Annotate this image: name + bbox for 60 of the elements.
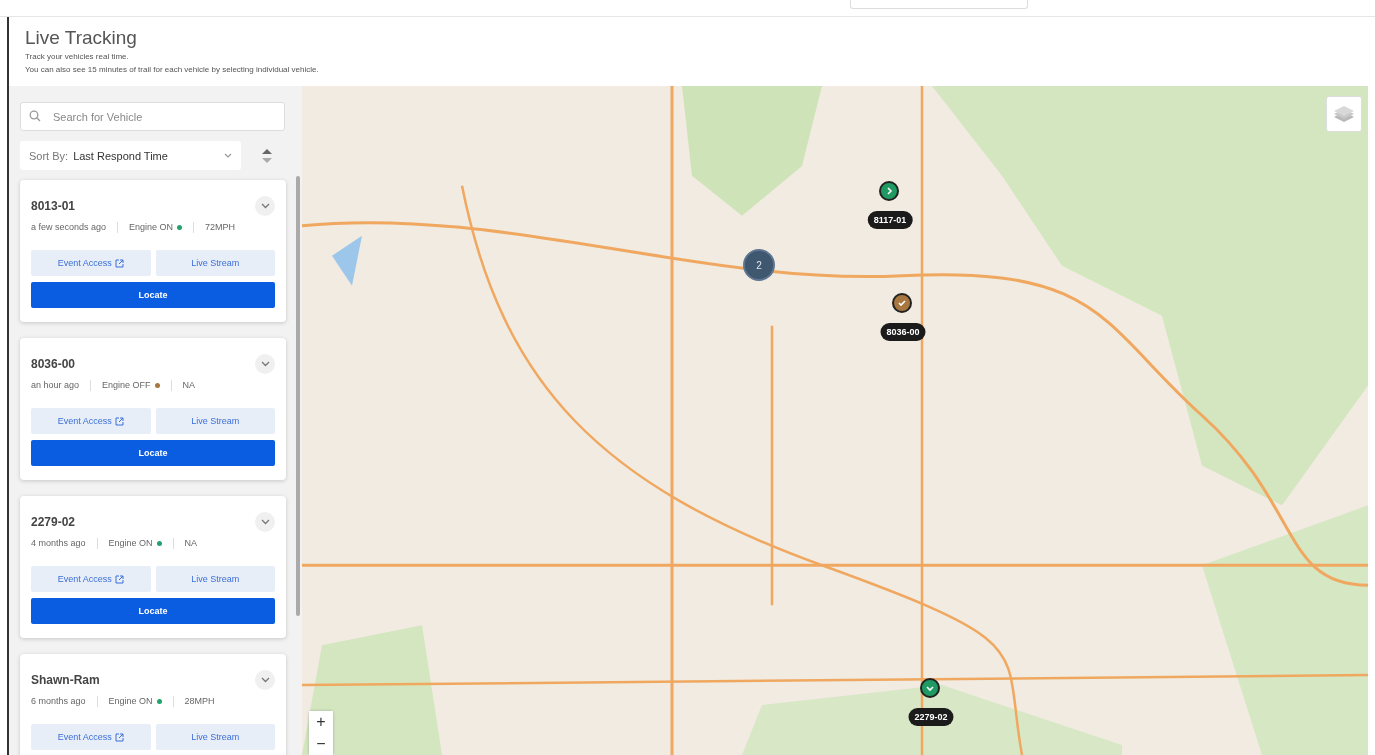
- locate-button[interactable]: Locate: [31, 598, 275, 624]
- speed-text: NA: [184, 538, 198, 548]
- expand-button[interactable]: [255, 196, 275, 216]
- live-stream-button[interactable]: Live Stream: [155, 566, 275, 592]
- page-title: Live Tracking: [25, 26, 138, 50]
- expand-button[interactable]: [255, 512, 275, 532]
- vehicle-card[interactable]: 2279-02 4 months ago Engine ON NA Event Access Live Stream Locate: [20, 496, 286, 638]
- zoom-in-button[interactable]: +: [309, 711, 333, 733]
- top-field[interactable]: [850, 0, 1028, 9]
- vehicle-name: 2279-02: [31, 515, 76, 529]
- speed-text: 28MPH: [184, 696, 215, 706]
- layers-icon: [1333, 104, 1355, 124]
- expand-button[interactable]: [255, 354, 275, 374]
- external-link-icon: [114, 732, 124, 742]
- live-stream-button[interactable]: Live Stream: [155, 724, 275, 750]
- external-link-icon: [114, 574, 124, 584]
- search-icon: [29, 110, 41, 122]
- vehicle-name: 8013-01: [31, 199, 76, 213]
- chevron-icon: [224, 153, 232, 158]
- last-seen-text: 6 months ago: [31, 696, 86, 706]
- vehicle-label: 8117-01: [867, 211, 913, 229]
- search-field[interactable]: Search for Vehicle: [20, 102, 285, 131]
- event-access-button[interactable]: Event Access: [31, 250, 151, 276]
- chevron-icon: [260, 361, 270, 367]
- engine-status: Engine ON: [108, 538, 153, 548]
- chevron-icon: [260, 677, 270, 683]
- speed-text: 72MPH: [205, 222, 236, 232]
- vehicle-card[interactable]: Shawn-Ram 6 months ago Engine ON 28MPH Event Access Live Stream: [20, 654, 286, 755]
- subtitle-text: Track your vehicles real time.: [25, 51, 130, 63]
- vehicle-card[interactable]: 8036-00 an hour ago Engine OFF NA Event Access Live Stream Locate: [20, 338, 286, 480]
- event-access-button[interactable]: Event Access: [31, 408, 151, 434]
- last-seen-text: 4 months ago: [31, 538, 86, 548]
- locate-button[interactable]: Locate: [31, 282, 275, 308]
- expand-button[interactable]: [255, 670, 275, 690]
- last-seen-text: an hour ago: [31, 380, 80, 390]
- vehicle-card[interactable]: 8013-01 a few seconds ago Engine ON 72MPH Event Access Live Stream Locate: [20, 180, 286, 322]
- engine-status: Engine OFF: [102, 380, 151, 390]
- zoom-out-button[interactable]: −: [309, 733, 333, 755]
- event-access-button[interactable]: Event Access: [31, 724, 151, 750]
- vehicle-label: 2279-02: [908, 708, 954, 726]
- last-seen-text: a few seconds ago: [31, 222, 107, 232]
- subtitle-text: You can also see 15 minutes of trail for each vehicle by selecting individual vehicle.: [25, 64, 320, 76]
- vehicle-name: 8036-00: [31, 357, 76, 371]
- live-stream-button[interactable]: Live Stream: [155, 250, 275, 276]
- event-access-button[interactable]: Event Access: [31, 566, 151, 592]
- live-stream-button[interactable]: Live Stream: [155, 408, 275, 434]
- engine-status: Engine ON: [129, 222, 174, 232]
- locate-button[interactable]: Locate: [31, 440, 275, 466]
- sort-arrows-icon: [261, 147, 273, 164]
- speed-text: NA: [182, 380, 196, 390]
- scrollbar[interactable]: [296, 176, 300, 616]
- layers-button[interactable]: [1326, 96, 1362, 132]
- external-link-icon: [114, 258, 124, 268]
- engine-status: Engine ON: [108, 696, 153, 706]
- chevron-icon: [260, 203, 270, 209]
- vehicle-name: Shawn-Ram: [31, 673, 100, 687]
- vehicle-label: 8036-00: [880, 323, 926, 341]
- external-link-icon: [114, 416, 124, 426]
- sort-dropdown[interactable]: Sort By: Last Respond Time: [20, 141, 241, 170]
- chevron-icon: [260, 519, 270, 525]
